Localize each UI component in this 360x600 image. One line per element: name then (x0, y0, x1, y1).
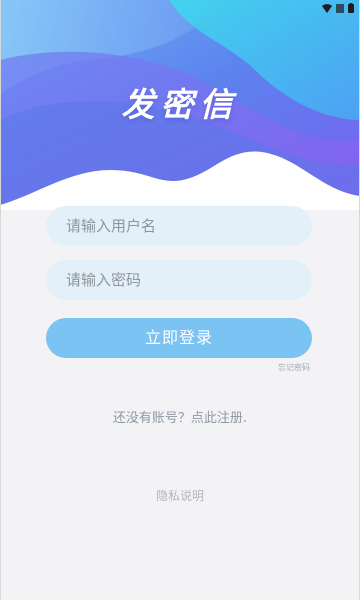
password-field[interactable] (46, 260, 312, 300)
login-screen: 发密信 立即登录 忘记密码 还没有账号？点此注册. 隐私说明 (0, 0, 360, 600)
battery-icon (348, 0, 354, 17)
privacy-link[interactable]: 隐私说明 (0, 487, 360, 504)
login-button[interactable]: 立即登录 (46, 318, 312, 358)
forgot-password-link[interactable]: 忘记密码 (278, 362, 310, 373)
wifi-icon (322, 0, 332, 17)
frame-border-left (0, 0, 1, 600)
status-bar (322, 0, 360, 14)
username-input[interactable] (46, 206, 312, 246)
signal-icon (336, 0, 344, 17)
register-link[interactable]: 还没有账号？点此注册. (0, 407, 360, 426)
app-title: 发密信 (121, 85, 239, 124)
username-field[interactable] (46, 206, 312, 246)
password-input[interactable] (46, 260, 312, 300)
